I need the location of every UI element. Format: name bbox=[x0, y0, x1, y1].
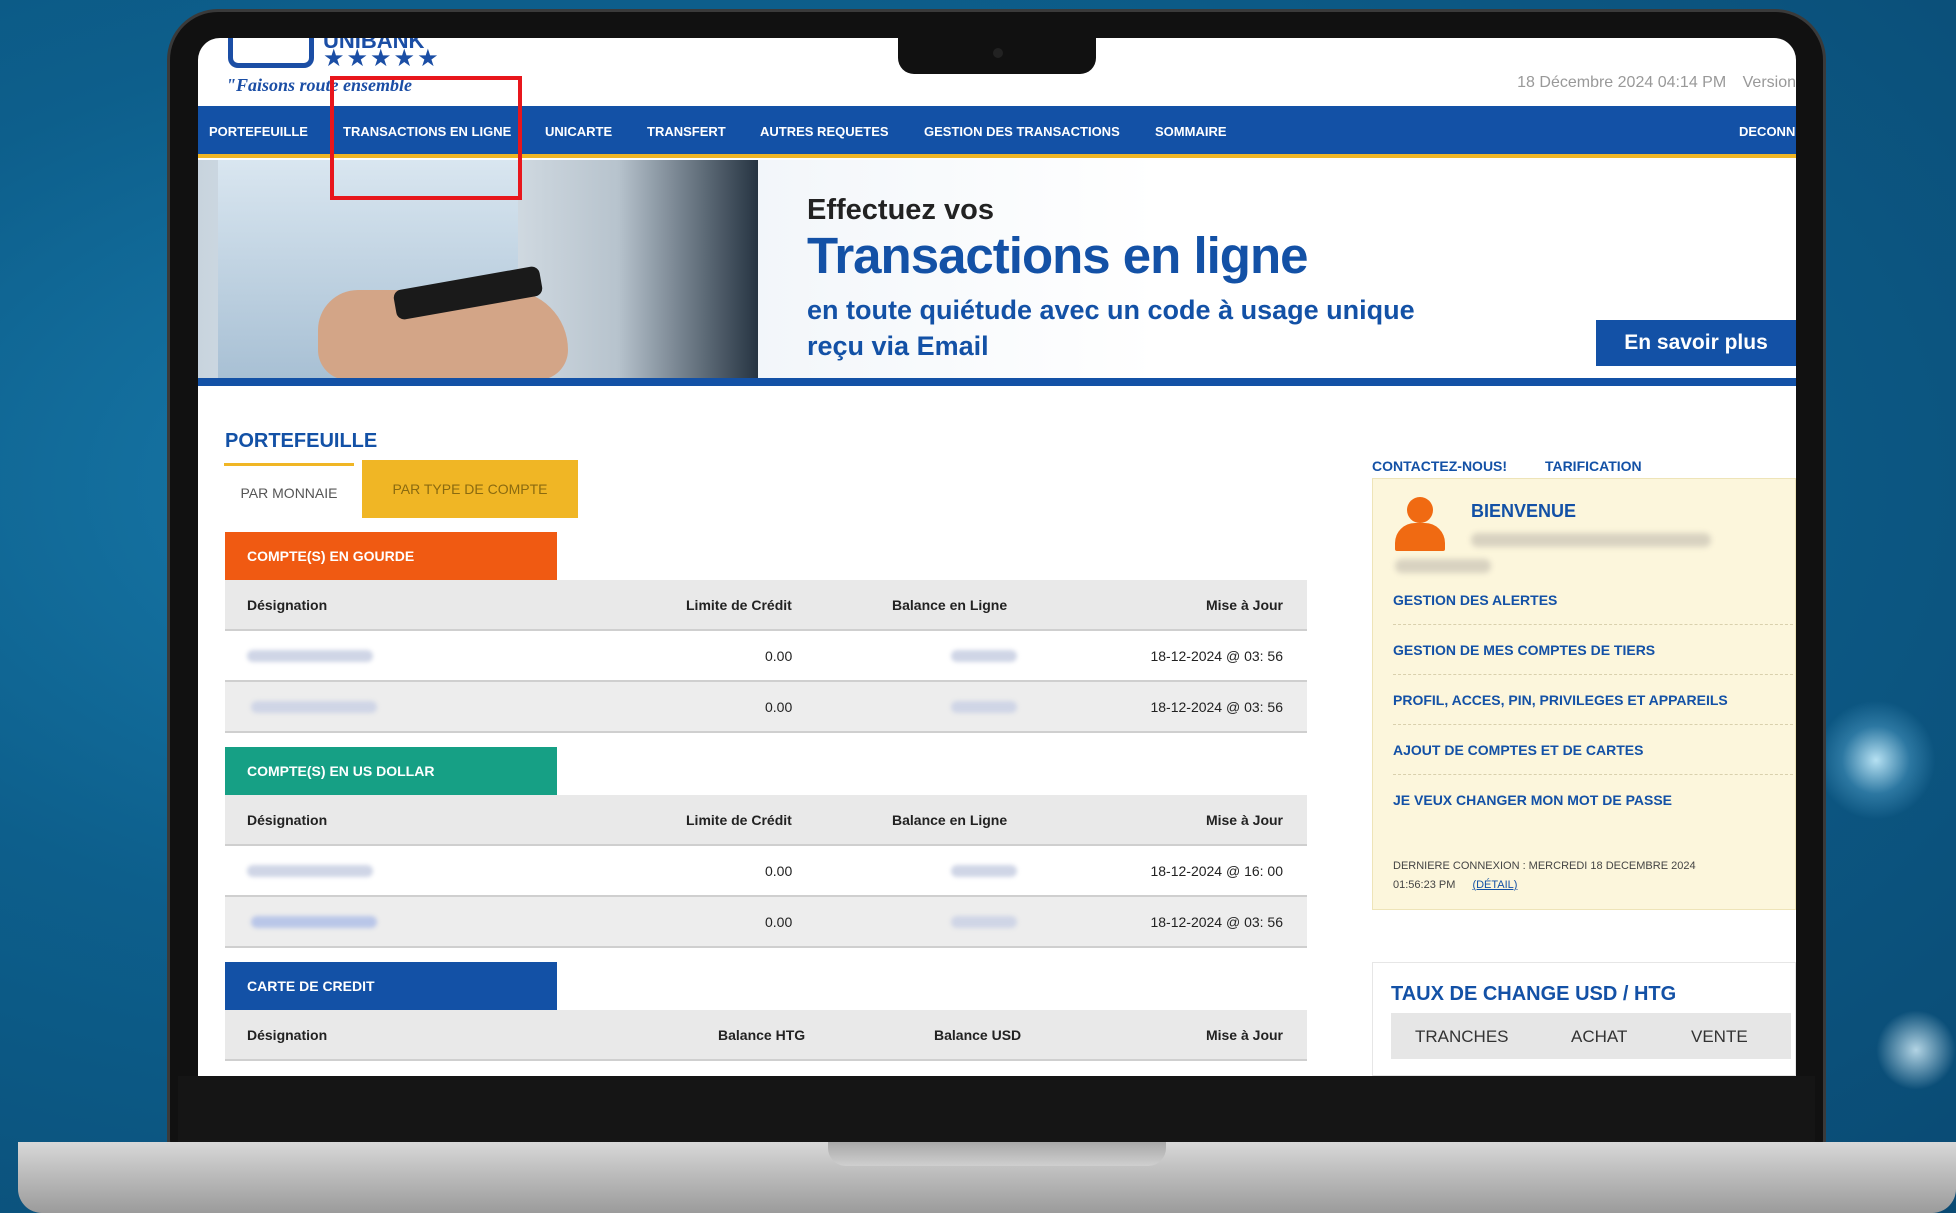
last-login-time: 01:56:23 PM bbox=[1393, 879, 1456, 891]
nav-autres-requetes[interactable]: AUTRES REQUETES bbox=[760, 124, 889, 139]
background-glow bbox=[1816, 700, 1936, 820]
updated-value: 18-12-2024 @ 16: 00 bbox=[1150, 863, 1283, 879]
col-tranches: TRANCHES bbox=[1415, 1027, 1509, 1046]
redacted-balance bbox=[951, 916, 1017, 928]
link-gestion-alertes[interactable]: GESTION DES ALERTES bbox=[1393, 575, 1793, 625]
banner-headline: Transactions en ligne bbox=[807, 227, 1308, 284]
nav-unicarte[interactable]: UNICARTE bbox=[545, 124, 612, 139]
detail-link[interactable]: (DÉTAIL) bbox=[1472, 879, 1517, 891]
version-text: Version bbox=[1742, 74, 1796, 91]
col-balance-htg: Balance HTG bbox=[718, 1027, 806, 1043]
section-title: PORTEFEUILLE bbox=[225, 430, 378, 452]
link-comptes-tiers[interactable]: GESTION DE MES COMPTES DE TIERS bbox=[1393, 625, 1793, 675]
welcome-title: BIENVENUE bbox=[1471, 501, 1577, 521]
sidebar-top-links: CONTACTEZ-NOUS! TARIFICATION bbox=[1372, 458, 1642, 474]
account-group-header-usd: COMPTE(S) EN US DOLLAR bbox=[225, 747, 557, 795]
banner-subtext: en toute quiétude avec un code à usage u… bbox=[807, 292, 1415, 364]
table-credit-card: Désignation Balance HTG Balance USD Mise… bbox=[225, 1010, 1307, 1061]
exchange-rate-header: TRANCHES ACHAT VENTE bbox=[1391, 1013, 1791, 1059]
exchange-rate-panel: TAUX DE CHANGE USD / HTG TRANCHES ACHAT … bbox=[1372, 962, 1796, 1076]
updated-value: 18-12-2024 @ 03: 56 bbox=[1150, 914, 1283, 930]
col-balance-ligne: Balance en Ligne bbox=[892, 812, 1008, 828]
user-avatar-icon bbox=[1393, 497, 1445, 553]
pricing-link[interactable]: TARIFICATION bbox=[1545, 458, 1642, 474]
nav-sommaire[interactable]: SOMMAIRE bbox=[1155, 124, 1227, 139]
exchange-rate-title: TAUX DE CHANGE USD / HTG bbox=[1391, 983, 1677, 1005]
last-login-date: DERNIERE CONNEXION : MERCREDI 18 DECEMBR… bbox=[1393, 860, 1696, 872]
redacted-designation bbox=[251, 701, 377, 713]
last-login-info: DERNIERE CONNEXION : MERCREDI 18 DECEMBR… bbox=[1393, 857, 1696, 895]
credit-limit-value: 0.00 bbox=[765, 699, 793, 715]
col-designation: Désignation bbox=[247, 597, 328, 613]
updated-value: 18-12-2024 @ 03: 56 bbox=[1150, 699, 1283, 715]
learn-more-button[interactable]: En savoir plus bbox=[1596, 320, 1796, 366]
col-balance-usd: Balance USD bbox=[934, 1027, 1022, 1043]
link-ajout-comptes[interactable]: AJOUT DE COMPTES ET DE CARTES bbox=[1393, 725, 1793, 775]
redacted-designation bbox=[247, 865, 373, 877]
redacted-user-name bbox=[1471, 533, 1711, 547]
table-row[interactable]: 0.00 18-12-2024 @ 03: 56 bbox=[225, 897, 1307, 948]
highlight-annotation-box bbox=[330, 76, 522, 200]
avatar-head bbox=[1407, 497, 1433, 523]
last-login-time-row: 01:56:23 PM (DÉTAIL) bbox=[1393, 876, 1696, 895]
tab-par-monnaie[interactable]: PAR MONNAIE bbox=[224, 463, 354, 519]
col-designation: Désignation bbox=[247, 1027, 328, 1043]
laptop-screen: UNIBANK ★★★★★ "Faisons route ensemble 18… bbox=[198, 38, 1796, 1076]
camera-icon bbox=[993, 48, 1003, 58]
table-row[interactable]: 0.00 18-12-2024 @ 16: 00 bbox=[225, 846, 1307, 897]
updated-value: 18-12-2024 @ 03: 56 bbox=[1150, 648, 1283, 664]
link-profil-acces[interactable]: PROFIL, ACCES, PIN, PRIVILEGES ET APPARE… bbox=[1393, 675, 1793, 725]
nav-logout[interactable]: DECONN bbox=[1739, 124, 1795, 139]
col-mise-a-jour: Mise à Jour bbox=[1205, 812, 1283, 828]
nav-transfert[interactable]: TRANSFERT bbox=[647, 124, 726, 139]
table-header-row: Désignation Limite de Crédit Balance en … bbox=[225, 580, 1307, 631]
table-row[interactable]: 0.00 18-12-2024 @ 03: 56 bbox=[225, 682, 1307, 733]
banner-line3: en toute quiétude avec un code à usage u… bbox=[807, 295, 1415, 325]
table-gourde: Désignation Limite de Crédit Balance en … bbox=[225, 580, 1307, 733]
redacted-designation bbox=[247, 650, 373, 662]
link-changer-mot-de-passe[interactable]: JE VEUX CHANGER MON MOT DE PASSE bbox=[1393, 775, 1793, 825]
credit-limit-value: 0.00 bbox=[765, 914, 793, 930]
redacted-balance bbox=[951, 701, 1017, 713]
datetime-text: 18 Décembre 2024 04:14 PM bbox=[1517, 74, 1727, 91]
nav-gestion-des-transactions[interactable]: GESTION DES TRANSACTIONS bbox=[924, 124, 1120, 139]
contact-link[interactable]: CONTACTEZ-NOUS! bbox=[1372, 458, 1507, 474]
laptop-bezel-bottom bbox=[178, 1076, 1815, 1148]
header-datetime: 18 Décembre 2024 04:14 PM Version bbox=[1517, 74, 1796, 92]
table-header-row: Désignation Limite de Crédit Balance en … bbox=[225, 795, 1307, 846]
col-designation: Désignation bbox=[247, 812, 328, 828]
credit-limit-value: 0.00 bbox=[765, 648, 793, 664]
banner-divider bbox=[198, 378, 1796, 386]
table-header-row: Désignation Balance HTG Balance USD Mise… bbox=[225, 1010, 1307, 1061]
col-limite-credit: Limite de Crédit bbox=[686, 597, 792, 613]
col-vente: VENTE bbox=[1691, 1027, 1748, 1046]
col-mise-a-jour: Mise à Jour bbox=[1205, 1027, 1283, 1043]
avatar-body bbox=[1395, 523, 1445, 551]
banner-line1: Effectuez vos bbox=[807, 194, 994, 226]
background-glow bbox=[1876, 1010, 1956, 1090]
col-limite-credit: Limite de Crédit bbox=[686, 812, 792, 828]
credit-limit-value: 0.00 bbox=[765, 863, 793, 879]
account-group-header-gourde: COMPTE(S) EN GOURDE bbox=[225, 532, 557, 580]
redacted-balance bbox=[951, 650, 1017, 662]
logo-icon[interactable] bbox=[228, 38, 314, 68]
redacted-designation bbox=[251, 916, 377, 928]
nav-portefeuille[interactable]: PORTEFEUILLE bbox=[209, 124, 308, 139]
col-balance-ligne: Balance en Ligne bbox=[892, 597, 1008, 613]
banner-line4: reçu via Email bbox=[807, 331, 989, 361]
laptop-base-notch bbox=[828, 1142, 1166, 1166]
col-mise-a-jour: Mise à Jour bbox=[1205, 597, 1283, 613]
table-usd: Désignation Limite de Crédit Balance en … bbox=[225, 795, 1307, 948]
tab-par-type-de-compte[interactable]: PAR TYPE DE COMPTE bbox=[362, 460, 578, 518]
account-group-header-credit-card: CARTE DE CREDIT bbox=[225, 962, 557, 1010]
col-achat: ACHAT bbox=[1571, 1027, 1628, 1046]
welcome-panel: BIENVENUE GESTION DES ALERTES GESTION DE… bbox=[1372, 478, 1796, 910]
redacted-balance bbox=[951, 865, 1017, 877]
redacted-user-info bbox=[1395, 559, 1491, 573]
logo-stars: ★★★★★ bbox=[323, 45, 441, 72]
table-row[interactable]: 0.00 18-12-2024 @ 03: 56 bbox=[225, 631, 1307, 682]
